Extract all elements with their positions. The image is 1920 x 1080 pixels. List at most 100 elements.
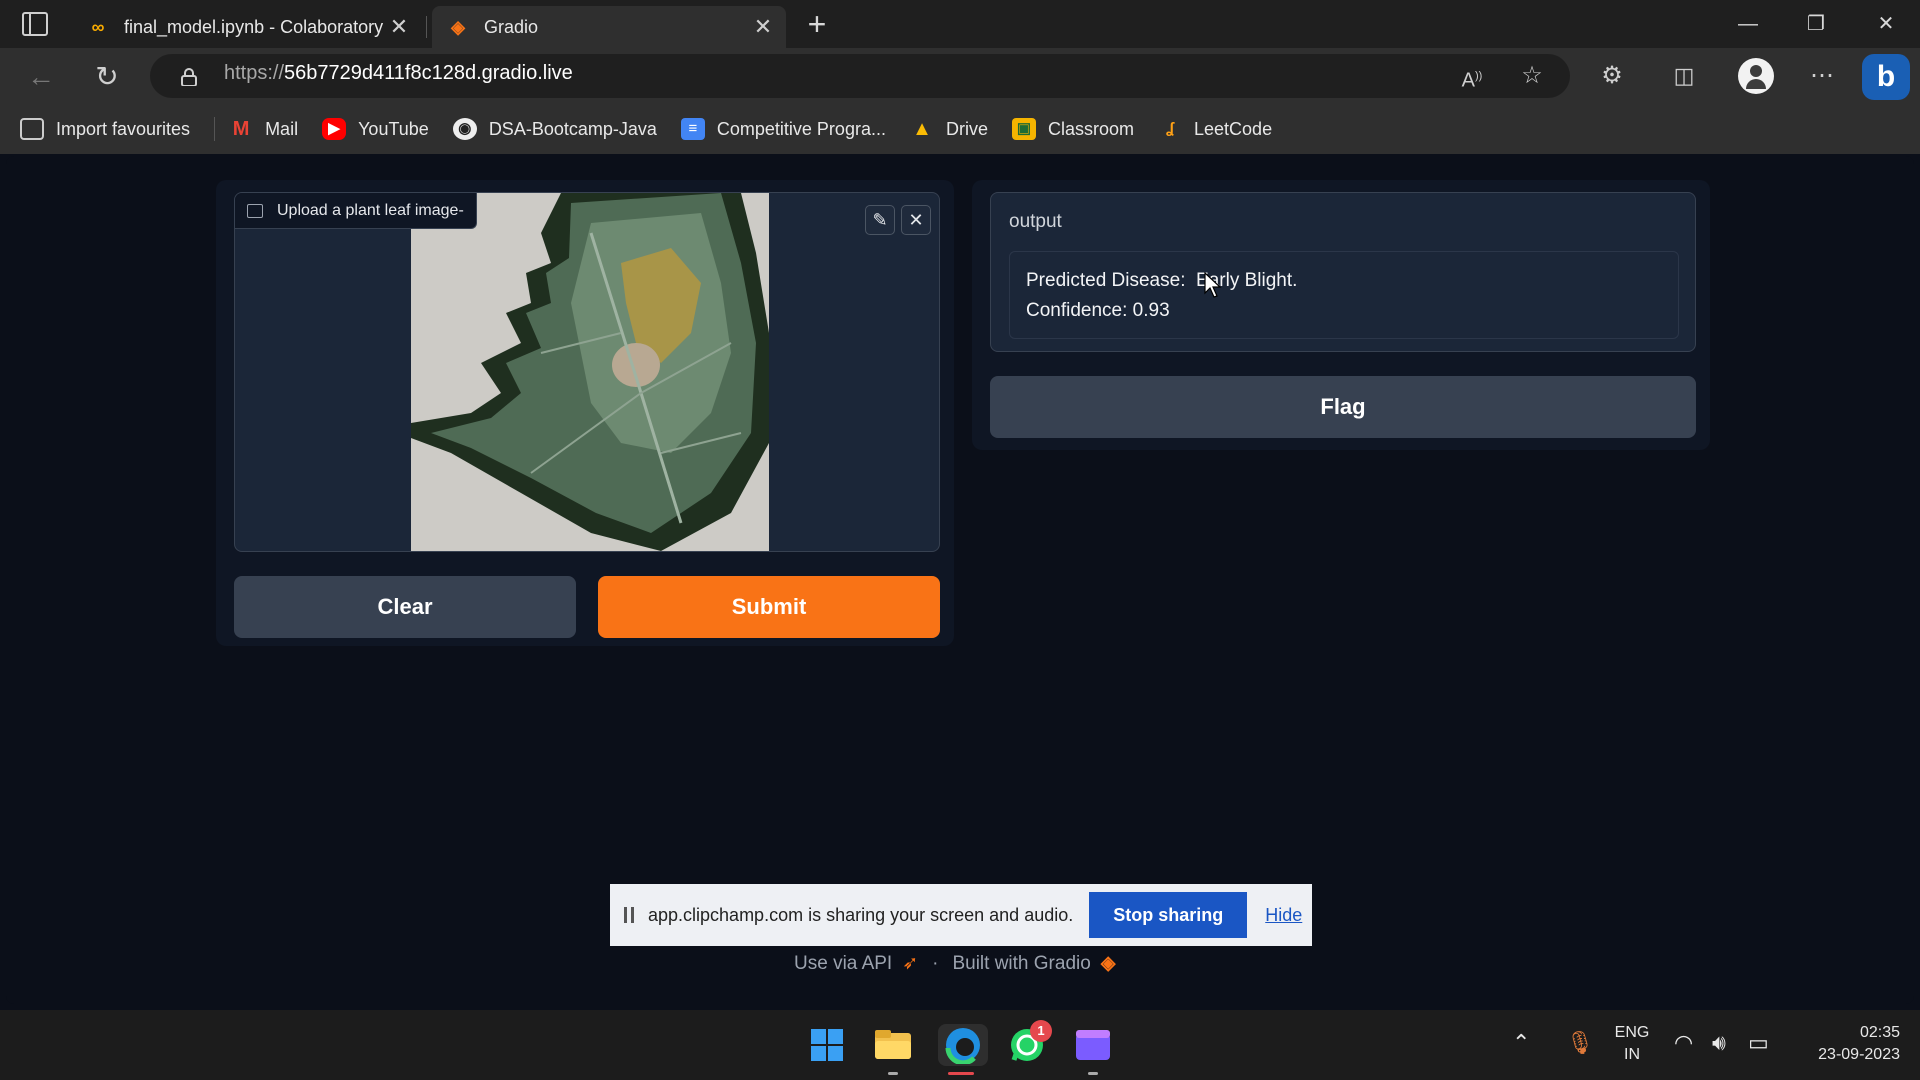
volume-icon[interactable]: 🔊︎ [1712, 1030, 1726, 1056]
bookmark-drive[interactable]: ▲ Drive [910, 118, 988, 140]
wifi-icon[interactable]: ◠ [1674, 1030, 1693, 1056]
more-menu-icon[interactable]: ⋯ [1806, 60, 1838, 92]
submit-button[interactable]: Submit [598, 576, 940, 638]
image-input-label: Upload a plant leaf image- [235, 193, 477, 229]
microphone-icon[interactable]: 🎙 [1566, 1030, 1594, 1056]
use-via-api-link[interactable]: Use via API [794, 953, 892, 975]
file-explorer-icon[interactable] [872, 1024, 914, 1066]
lock-icon[interactable] [180, 68, 198, 86]
footer-separator: · [932, 952, 939, 974]
windows-start-icon[interactable] [806, 1024, 848, 1066]
output-box: output Predicted Disease: Early Blight. … [990, 192, 1696, 352]
docs-icon: ≡ [680, 118, 705, 140]
tab-colab[interactable]: ∞ final_model.ipynb - Colaboratory ✕ [72, 6, 422, 48]
bookmark-label: YouTube [358, 118, 429, 139]
tab-title: Gradio [484, 16, 539, 37]
gradio-footer: Use via API ➶ · Built with Gradio ◈ [794, 952, 1115, 975]
confidence-text: Confidence: 0.93 [1026, 300, 1170, 321]
close-icon[interactable]: ✕ [901, 205, 931, 235]
bookmark-dsa-bootcamp[interactable]: ◉ DSA-Bootcamp-Java [452, 118, 657, 140]
taskbar-running-indicator [1088, 1072, 1098, 1075]
upload-label-text: Upload a plant leaf image- [277, 201, 464, 219]
bookmark-import-favourites[interactable]: Import favourites [20, 118, 190, 140]
clear-button[interactable]: Clear [234, 576, 576, 638]
classroom-icon: ▣ [1011, 118, 1036, 140]
gradio-logo-icon: ◈ [1100, 953, 1116, 974]
input-panel: Upload a plant leaf image- ✎ ✕ Clear Sub… [216, 180, 954, 646]
edge-browser-icon[interactable] [938, 1024, 988, 1066]
tab-divider [426, 16, 427, 38]
url-text[interactable]: https://56b7729d411f8c128d.gradio.live [224, 62, 573, 85]
stop-sharing-button[interactable]: Stop sharing [1089, 892, 1248, 938]
bookmark-mail[interactable]: M Mail [229, 118, 298, 140]
clock-date: 23-09-2023 [1818, 1046, 1900, 1063]
close-tab-icon[interactable]: ✕ [752, 14, 774, 40]
battery-icon[interactable]: ▭ [1748, 1030, 1769, 1056]
predicted-disease-text: Predicted Disease: Early Blight. [1026, 270, 1298, 291]
tab-title: final_model.ipynb - Colaboratory [124, 16, 384, 37]
drive-icon: ▲ [912, 118, 932, 140]
close-tab-icon[interactable]: ✕ [388, 14, 410, 40]
bookmark-label: Competitive Progra... [716, 118, 886, 139]
gradio-icon: ◈ [451, 16, 465, 37]
gradio-page: Upload a plant leaf image- ✎ ✕ Clear Sub… [6, 156, 1914, 1004]
bookmark-label: LeetCode [1194, 118, 1273, 139]
bookmark-label: Mail [265, 118, 299, 139]
new-tab-button[interactable]: + [800, 6, 834, 42]
split-screen-icon[interactable]: ◫ [1668, 60, 1700, 92]
gmail-icon: M [232, 118, 250, 140]
screen-sharing-bar: app.clipchamp.com is sharing your screen… [610, 884, 1312, 946]
leaf-image [411, 193, 769, 551]
bookmark-label: DSA-Bootcamp-Java [488, 118, 657, 139]
flag-button[interactable]: Flag [990, 376, 1696, 438]
pause-icon [624, 907, 634, 923]
whatsapp-notification-badge: 1 [1030, 1020, 1052, 1042]
image-upload[interactable]: Upload a plant leaf image- ✎ ✕ [234, 192, 940, 552]
show-hidden-icons-icon[interactable]: ⌃ [1512, 1030, 1530, 1056]
tab-bar: ∞ final_model.ipynb - Colaboratory ✕ ◈ G… [0, 0, 1920, 48]
taskbar-running-indicator [888, 1072, 898, 1075]
youtube-icon: ▶ [322, 118, 347, 140]
output-label: output [1009, 211, 1062, 232]
bookmark-divider [214, 117, 216, 141]
bookmark-label: Import favourites [56, 118, 191, 139]
output-panel: output Predicted Disease: Early Blight. … [972, 180, 1710, 450]
leaf-photo [411, 193, 769, 551]
bookmark-label: Drive [945, 118, 988, 139]
bookmark-competitive-programming[interactable]: ≡ Competitive Progra... [680, 118, 886, 140]
github-icon: ◉ [452, 118, 477, 140]
tab-gradio[interactable]: ◈ Gradio ✕ [432, 6, 786, 48]
address-bar: ← ↻ https://56b7729d411f8c128d.gradio.li… [0, 48, 1920, 104]
language-indicator[interactable]: ENG IN [1610, 1024, 1654, 1064]
profile-avatar[interactable] [1738, 58, 1774, 94]
leetcode-icon: ʆ [1165, 120, 1175, 137]
bookmark-leetcode[interactable]: ʆ LeetCode [1158, 118, 1272, 140]
back-button[interactable]: ← [24, 60, 58, 94]
sharing-message: app.clipchamp.com is sharing your screen… [648, 904, 1074, 925]
output-textbox[interactable]: Predicted Disease: Early Blight. Confide… [1009, 251, 1679, 339]
close-window-button[interactable]: ✕ [1856, 6, 1916, 42]
bookmark-classroom[interactable]: ▣ Classroom [1011, 118, 1135, 140]
taskbar-active-indicator [948, 1072, 974, 1075]
tab-actions-icon[interactable] [22, 12, 48, 36]
favorite-star-icon[interactable]: ☆ [1516, 60, 1548, 92]
hide-link[interactable]: Hide [1265, 905, 1302, 926]
bookmark-youtube[interactable]: ▶ YouTube [322, 118, 429, 140]
bing-icon[interactable]: b [1862, 54, 1910, 100]
extensions-icon[interactable]: ⚙ [1596, 60, 1628, 92]
read-aloud-icon[interactable]: A)) [1456, 60, 1488, 92]
bookmarks-bar: Import favourites M Mail ▶ YouTube ◉ DSA… [0, 104, 1920, 154]
bookmark-label: Classroom [1047, 118, 1135, 139]
restore-button[interactable]: ❐ [1786, 6, 1846, 42]
clock[interactable]: 02:35 23-09-2023 [1790, 1024, 1900, 1064]
import-icon [20, 118, 44, 140]
clipchamp-icon[interactable] [1072, 1024, 1114, 1066]
minimize-button[interactable]: — [1718, 6, 1778, 42]
reload-button[interactable]: ↻ [90, 60, 124, 94]
region-code: IN [1624, 1046, 1640, 1063]
built-with-gradio-link[interactable]: Built with Gradio [952, 953, 1090, 975]
clock-time: 02:35 [1859, 1024, 1900, 1041]
image-icon [247, 203, 263, 218]
rocket-icon: ➶ [902, 953, 919, 974]
edit-icon[interactable]: ✎ [865, 205, 895, 235]
